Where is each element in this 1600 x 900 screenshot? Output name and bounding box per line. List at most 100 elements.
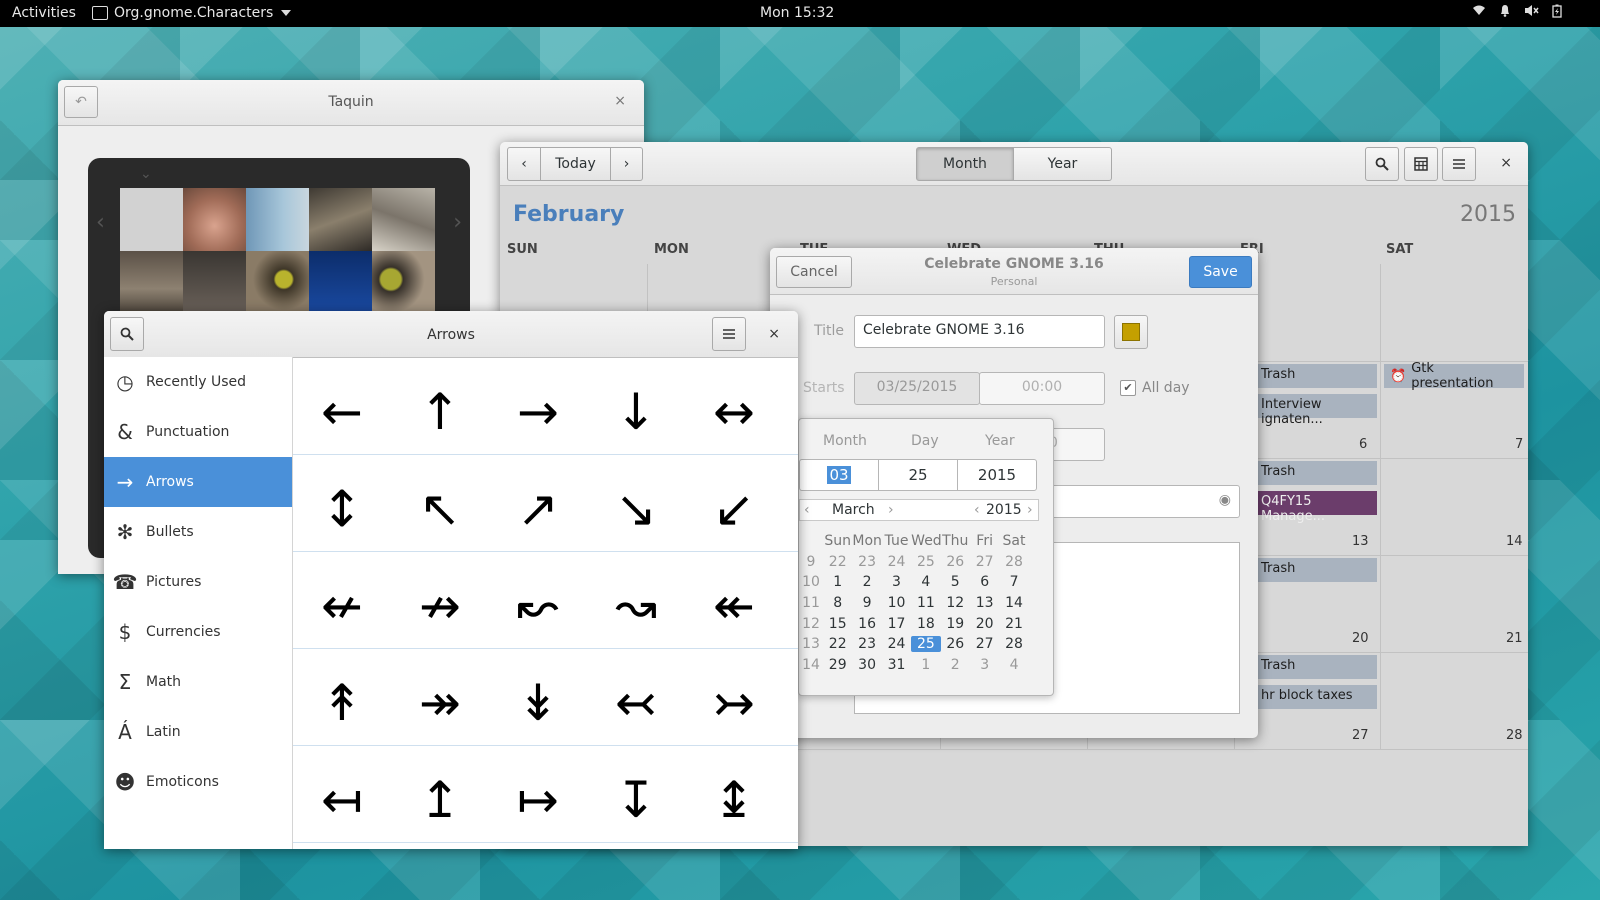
day-cell[interactable]: 15 bbox=[823, 616, 852, 632]
day-number[interactable]: 13 bbox=[1352, 534, 1369, 549]
character-cell[interactable]: → bbox=[489, 387, 587, 437]
day-cell[interactable]: 6 bbox=[970, 574, 999, 590]
day-number[interactable]: 27 bbox=[1352, 728, 1369, 743]
sidebar-item-bullets[interactable]: ✻ Bullets bbox=[104, 507, 292, 557]
character-cell[interactable]: ↥ bbox=[391, 775, 489, 825]
day-cell[interactable]: 29 bbox=[823, 657, 852, 673]
day-cell[interactable]: 27 bbox=[970, 636, 999, 652]
day-cell[interactable]: 24 bbox=[882, 554, 911, 570]
sidebar-item-pictures[interactable]: ☎ Pictures bbox=[104, 557, 292, 607]
day-cell[interactable]: 4 bbox=[999, 657, 1028, 673]
character-cell[interactable]: ↣ bbox=[685, 678, 783, 728]
year-spin[interactable]: 2015 bbox=[957, 459, 1037, 491]
close-icon[interactable]: × bbox=[768, 326, 780, 342]
day-cell[interactable]: 14 bbox=[999, 595, 1028, 611]
clock[interactable]: Mon 15:32 bbox=[760, 5, 834, 21]
character-cell[interactable]: ↚ bbox=[293, 581, 391, 631]
prev-year-icon[interactable]: ‹ bbox=[974, 502, 980, 518]
day-number[interactable]: 14 bbox=[1506, 534, 1523, 549]
search-button[interactable] bbox=[1365, 147, 1399, 181]
character-cell[interactable]: ↧ bbox=[587, 775, 685, 825]
day-spin[interactable]: 25 bbox=[878, 459, 958, 491]
day-cell[interactable]: 22 bbox=[823, 636, 852, 652]
color-button[interactable] bbox=[1114, 315, 1148, 349]
character-cell[interactable]: ↗ bbox=[489, 484, 587, 534]
tab-year[interactable]: Year bbox=[1014, 147, 1112, 181]
day-cell[interactable]: 11 bbox=[911, 595, 940, 611]
character-cell[interactable]: ↟ bbox=[293, 678, 391, 728]
start-date-field[interactable]: 03/25/2015 bbox=[854, 372, 980, 405]
event-chip[interactable]: Trash bbox=[1255, 364, 1377, 388]
character-cell[interactable]: ← bbox=[293, 387, 391, 437]
all-day-checkbox[interactable]: ✔ All day bbox=[1120, 380, 1190, 396]
event-chip[interactable]: Trash bbox=[1255, 558, 1377, 582]
event-chip[interactable]: Interview ignaten... bbox=[1255, 394, 1377, 427]
puzzle-tile[interactable] bbox=[309, 251, 372, 314]
day-cell[interactable]: 12 bbox=[941, 595, 970, 611]
character-cell[interactable]: ↙ bbox=[685, 484, 783, 534]
event-chip[interactable]: ⏰ Gtk presentation bbox=[1384, 361, 1524, 391]
next-button[interactable]: › bbox=[611, 147, 643, 181]
puzzle-tile[interactable] bbox=[183, 188, 246, 251]
day-cell[interactable]: 2 bbox=[852, 574, 881, 590]
month-spin[interactable]: 03 bbox=[799, 459, 879, 491]
day-cell[interactable]: 26 bbox=[941, 554, 970, 570]
puzzle-tile[interactable] bbox=[246, 188, 309, 251]
calendar-view-button[interactable] bbox=[1404, 147, 1438, 181]
day-cell[interactable]: 19 bbox=[941, 616, 970, 632]
event-chip[interactable]: Trash bbox=[1255, 655, 1377, 679]
chevron-right-icon[interactable]: › bbox=[453, 210, 462, 235]
next-year-icon[interactable]: › bbox=[1027, 502, 1033, 518]
start-time-field[interactable]: 00:00 bbox=[979, 372, 1105, 405]
character-cell[interactable]: ↠ bbox=[391, 678, 489, 728]
sidebar-item-arrows[interactable]: → Arrows bbox=[104, 457, 292, 507]
day-cell[interactable]: 23 bbox=[852, 554, 881, 570]
event-chip[interactable]: hr block taxes bbox=[1255, 685, 1377, 709]
sidebar-item-math[interactable]: Σ Math bbox=[104, 657, 292, 707]
puzzle-tile[interactable] bbox=[120, 251, 183, 314]
close-icon[interactable]: × bbox=[1500, 155, 1512, 171]
app-menu[interactable]: Org.gnome.Characters bbox=[92, 5, 292, 21]
location-icon[interactable]: ◉ bbox=[1219, 492, 1231, 508]
day-cell[interactable]: 18 bbox=[911, 616, 940, 632]
day-cell[interactable]: 31 bbox=[882, 657, 911, 673]
sidebar-item-emoticons[interactable]: ☻ Emoticons bbox=[104, 757, 292, 807]
puzzle-tile[interactable] bbox=[372, 251, 435, 314]
character-cell[interactable]: ↘ bbox=[587, 484, 685, 534]
character-cell[interactable]: ↤ bbox=[293, 775, 391, 825]
day-cell[interactable]: 23 bbox=[852, 636, 881, 652]
location-field[interactable]: ◉ bbox=[1040, 485, 1240, 518]
day-number[interactable]: 21 bbox=[1506, 631, 1523, 646]
character-cell[interactable]: ↨ bbox=[685, 775, 783, 825]
character-cell[interactable]: ↑ bbox=[391, 387, 489, 437]
day-cell[interactable]: 28 bbox=[999, 554, 1028, 570]
puzzle-tile[interactable] bbox=[372, 188, 435, 251]
day-cell[interactable]: 30 bbox=[852, 657, 881, 673]
sidebar-item-recently-used[interactable]: ◷ Recently Used bbox=[104, 357, 292, 407]
character-cell[interactable]: ↡ bbox=[489, 678, 587, 728]
close-icon[interactable]: × bbox=[614, 93, 626, 109]
day-cell[interactable]: 26 bbox=[941, 636, 970, 652]
day-cell[interactable]: 21 bbox=[999, 616, 1028, 632]
day-cell[interactable]: 25 bbox=[911, 554, 940, 570]
notification-icon[interactable] bbox=[1498, 4, 1512, 22]
menu-button[interactable] bbox=[1442, 147, 1476, 181]
day-number[interactable]: 7 bbox=[1515, 437, 1523, 452]
tab-month[interactable]: Month bbox=[916, 147, 1014, 181]
puzzle-tile[interactable] bbox=[246, 251, 309, 314]
previous-button[interactable]: ‹ bbox=[507, 147, 541, 181]
system-tray[interactable] bbox=[1472, 4, 1564, 22]
day-cell[interactable]: 20 bbox=[970, 616, 999, 632]
character-cell[interactable]: ↝ bbox=[587, 581, 685, 631]
puzzle-tile[interactable] bbox=[309, 188, 372, 251]
sidebar-item-latin[interactable]: Á Latin bbox=[104, 707, 292, 757]
chevron-down-icon[interactable]: ⌄ bbox=[140, 166, 152, 182]
day-number[interactable]: 6 bbox=[1359, 437, 1367, 452]
day-cell[interactable]: 9 bbox=[852, 595, 881, 611]
day-cell[interactable]: 17 bbox=[882, 616, 911, 632]
day-number[interactable]: 20 bbox=[1352, 631, 1369, 646]
wifi-icon[interactable] bbox=[1472, 4, 1486, 22]
character-cell[interactable]: ↦ bbox=[489, 775, 587, 825]
save-button[interactable]: Save bbox=[1189, 256, 1252, 288]
day-cell[interactable]: 3 bbox=[882, 574, 911, 590]
